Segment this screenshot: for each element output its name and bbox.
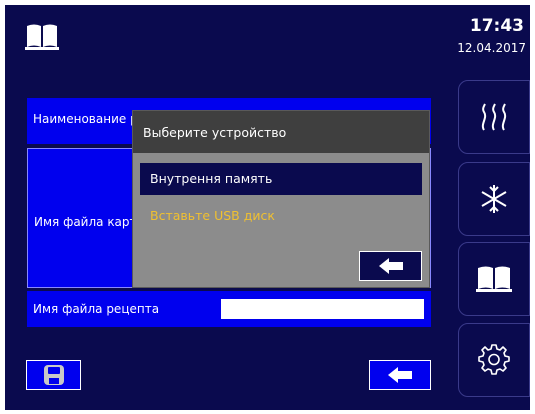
book-icon[interactable]	[25, 23, 59, 51]
arrow-left-icon	[388, 367, 412, 383]
clock-time: 17:43	[469, 16, 524, 36]
book-icon	[476, 266, 512, 292]
hmi-screen: 17:43 12.04.2017 Наименование р Имя файл…	[5, 5, 530, 410]
heat-mode-button[interactable]	[458, 80, 530, 154]
recipe-file-label: Имя файла рецепта	[33, 302, 160, 316]
form-row-recipe-file: Имя файла рецепта	[27, 291, 431, 327]
settings-button[interactable]	[458, 323, 530, 397]
heat-wave-icon	[481, 103, 507, 131]
floppy-disk-icon	[43, 365, 64, 385]
clock-date: 12.04.2017	[457, 41, 526, 55]
arrow-left-icon	[378, 258, 403, 274]
option-internal-memory[interactable]: Внутрення память	[140, 163, 422, 195]
dialog-back-button[interactable]	[359, 251, 422, 281]
snowflake-icon	[481, 185, 507, 213]
dialog-title: Выберите устройство	[143, 125, 287, 140]
name-label: Наименование р	[33, 112, 138, 126]
recipe-file-input[interactable]	[221, 299, 424, 319]
device-select-dialog: Выберите устройство Внутрення память Вст…	[132, 110, 430, 288]
cool-mode-button[interactable]	[458, 162, 530, 236]
back-button[interactable]	[369, 360, 431, 390]
gear-icon	[478, 344, 510, 375]
recipes-button[interactable]	[458, 242, 530, 316]
save-button[interactable]	[26, 360, 81, 390]
card-file-label: Имя файла карт	[34, 215, 137, 229]
dialog-header: Выберите устройство	[133, 111, 429, 153]
option-usb-disk[interactable]: Вставьте USB диск	[150, 208, 275, 223]
